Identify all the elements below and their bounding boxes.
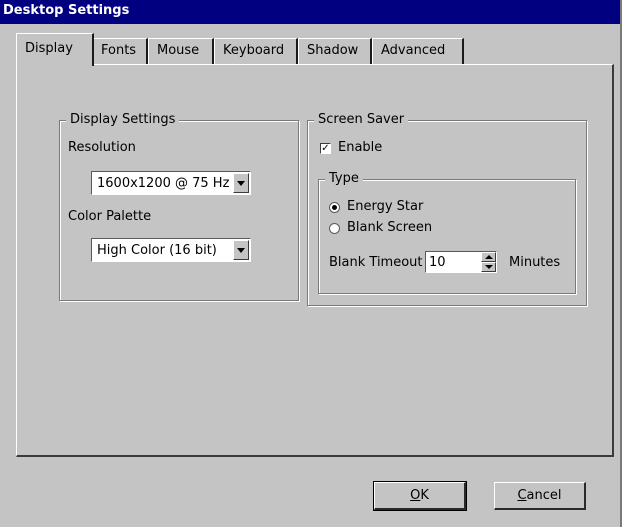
resolution-select[interactable]: 1600x1200 @ 75 Hz [91, 171, 251, 195]
window-title: Desktop Settings [3, 3, 130, 18]
type-legend: Type [325, 171, 363, 186]
enable-checkbox[interactable]: ✓ [320, 143, 331, 154]
tab-advanced[interactable]: Advanced [372, 38, 464, 66]
blank-screen-radio[interactable] [329, 223, 340, 234]
resolution-value: 1600x1200 @ 75 Hz [97, 176, 230, 191]
blank-timeout-spinbox[interactable]: 10 [425, 251, 497, 273]
chevron-down-icon[interactable] [233, 173, 249, 193]
spin-up-icon[interactable] [481, 252, 496, 262]
cancel-button[interactable]: Cancel [494, 482, 586, 510]
ok-mnemonic: O [410, 488, 421, 503]
color-palette-label: Color Palette [68, 209, 152, 224]
cancel-label-rest: ancel [526, 488, 562, 503]
tab-fonts[interactable]: Fonts [92, 38, 148, 66]
title-bar[interactable]: Desktop Settings [0, 0, 620, 24]
cancel-mnemonic: C [517, 488, 527, 503]
screen-saver-group: Screen Saver ✓ Enable Type Energy Star B… [307, 112, 587, 306]
energy-star-label[interactable]: Energy Star [347, 199, 423, 214]
tab-mouse[interactable]: Mouse [148, 38, 214, 66]
minutes-label: Minutes [509, 255, 561, 270]
blank-timeout-value: 10 [429, 255, 446, 270]
blank-screen-label[interactable]: Blank Screen [347, 220, 432, 235]
tab-label: Fonts [101, 43, 137, 58]
tab-label: Display [25, 41, 73, 56]
tab-label: Keyboard [223, 43, 285, 58]
tab-display[interactable]: Display [16, 33, 94, 66]
spin-down-icon[interactable] [481, 262, 496, 272]
display-settings-group: Display Settings Resolution 1600x1200 @ … [59, 112, 299, 301]
ok-label-rest: K [420, 488, 429, 503]
display-tab-panel: Display Settings Resolution 1600x1200 @ … [16, 64, 614, 457]
display-settings-legend: Display Settings [66, 112, 180, 127]
blank-timeout-label: Blank Timeout [329, 255, 423, 270]
type-group: Type Energy Star Blank Screen Blank Time… [318, 171, 576, 294]
tab-label: Mouse [157, 43, 200, 58]
enable-label[interactable]: Enable [338, 140, 382, 155]
chevron-down-icon[interactable] [233, 240, 249, 260]
tab-shadow[interactable]: Shadow [298, 38, 372, 66]
color-palette-value: High Color (16 bit) [97, 243, 217, 258]
tab-keyboard[interactable]: Keyboard [214, 38, 298, 66]
resolution-label: Resolution [68, 140, 136, 155]
screen-saver-legend: Screen Saver [314, 112, 409, 127]
tab-label: Shadow [307, 43, 359, 58]
ok-button[interactable]: OK [373, 481, 467, 511]
tab-label: Advanced [381, 43, 446, 58]
spin-buttons [481, 252, 496, 272]
energy-star-radio[interactable] [329, 202, 340, 213]
color-palette-select[interactable]: High Color (16 bit) [91, 238, 251, 262]
desktop-settings-window: Desktop Settings Display Fonts Mouse Key… [0, 0, 622, 527]
